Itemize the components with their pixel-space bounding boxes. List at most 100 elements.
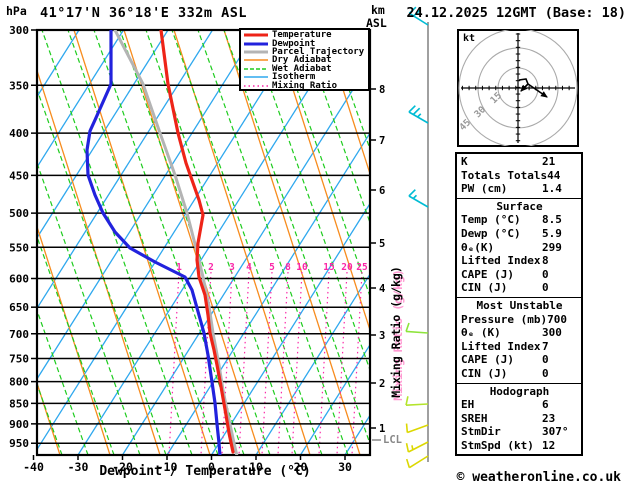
mixing-ratio-axis-label: Mixing Ratio (g/kg) xyxy=(389,266,403,398)
mixing-ratio-label: 8 xyxy=(285,262,291,273)
table-section: Hodograph EH 6 SREH 23 StmDir 307° StmSpd (kt) 1… xyxy=(457,382,581,455)
pressure-label: 950 xyxy=(9,437,29,450)
km-axis-unit: km xyxy=(371,3,385,17)
table-row-value: 1.4 xyxy=(542,182,562,196)
table-row-value: 44 xyxy=(547,168,561,182)
table-row-value: 0 xyxy=(542,353,549,367)
table-row: Pressure (mb) 700 xyxy=(461,313,578,327)
pressure-label: 550 xyxy=(9,241,29,254)
dewpoint-curve xyxy=(85,30,222,455)
table-row: θₑ(K) 299 xyxy=(461,241,578,255)
pressure-label: 450 xyxy=(9,169,29,182)
temperature-axis-label: Dewpoint / Temperature (°C) xyxy=(99,464,311,479)
legend-line-sample xyxy=(244,33,268,37)
table-row-value: 0 xyxy=(542,366,549,380)
table-row: Lifted Index 8 xyxy=(461,254,578,268)
table-row-value: 5.9 xyxy=(542,226,562,240)
pressure-axis-unit: hPa xyxy=(6,4,27,18)
pressure-label: 600 xyxy=(9,272,29,285)
table-row: PW (cm) 1.4 xyxy=(461,182,578,196)
table-row-label: CIN (J) xyxy=(461,366,508,380)
km-tick-label: 2 xyxy=(379,378,385,390)
mixing-ratio-label: 2 xyxy=(208,262,214,273)
table-row-value: 8.5 xyxy=(542,213,562,227)
table-row-value: 6 xyxy=(542,398,549,412)
table-row: StmSpd (kt) 12 xyxy=(461,439,578,453)
temp-tick-label: -40 xyxy=(23,460,44,474)
parcel-trajectory-curve xyxy=(113,30,239,455)
table-row: θₑ (K) 300 xyxy=(461,326,578,340)
table-row-label: CIN (J) xyxy=(461,281,508,295)
isotherm-line xyxy=(121,61,370,455)
table-row-value: 8 xyxy=(542,254,549,268)
table-row-label: SREH xyxy=(461,411,488,425)
mixing-ratio-label: 25 xyxy=(356,262,368,273)
table-section: Surface Temp (°C) 8.5 Dewp (°C) 5.9 θₑ(K) 299 L… xyxy=(457,197,581,297)
pressure-label: 300 xyxy=(9,24,29,37)
valid-datetime: 24.12.2025 12GMT (Base: 18) xyxy=(406,5,626,21)
table-row: SREH 23 xyxy=(461,412,578,426)
table-row-value: 700 xyxy=(547,312,567,326)
table-row: StmDir 307° xyxy=(461,425,578,439)
legend-item-label: Isotherm xyxy=(272,72,316,83)
pressure-label: 350 xyxy=(9,79,29,92)
table-row-value: 21 xyxy=(542,155,556,168)
table-row-value: 12 xyxy=(542,438,556,452)
table-row: CIN (J) 0 xyxy=(461,367,578,381)
legend-item-label: Mixing Ratio xyxy=(272,80,338,91)
km-tick-label: 4 xyxy=(379,283,385,295)
pressure-label: 750 xyxy=(9,352,29,365)
table-row: K 21 xyxy=(461,155,578,169)
watermark: © weatheronline.co.uk xyxy=(456,470,621,485)
mixing-ratio-label: 15 xyxy=(323,262,335,273)
table-row-label: K xyxy=(461,155,468,168)
legend-item-label: Temperature xyxy=(272,30,332,41)
table-section-title: Hodograph xyxy=(489,384,550,398)
lcl-label: LCL xyxy=(383,434,402,446)
km-tick-label: 5 xyxy=(379,238,385,250)
table-row-label: Lifted Index xyxy=(461,339,541,353)
legend-line-sample xyxy=(244,84,268,87)
wind-barb xyxy=(405,423,429,434)
table-row-label: Dewp (°C) xyxy=(461,226,521,240)
mixing-ratio-line xyxy=(168,271,180,455)
pressure-label: 800 xyxy=(9,376,29,389)
table-row-value: 300 xyxy=(542,326,562,340)
table-row-value: 23 xyxy=(542,411,556,425)
wind-barb xyxy=(405,441,429,453)
wind-barb xyxy=(408,105,429,124)
mixing-ratio-line xyxy=(238,271,250,455)
legend: Temperature Dewpoint Parcel Trajectory Dry … xyxy=(239,28,370,91)
isotherm-line xyxy=(37,30,303,451)
table-row-value: 0 xyxy=(542,267,549,281)
table-row-label: θₑ(K) xyxy=(461,240,495,254)
mixing-ratio-label: 20 xyxy=(341,262,353,273)
plot-border xyxy=(35,28,372,457)
table-row: Totals Totals 44 xyxy=(461,169,578,183)
temperature-curve xyxy=(159,30,235,454)
table-row: Lifted Index 7 xyxy=(461,340,578,354)
dry-adiabat-line xyxy=(73,30,211,455)
km-tick-label: 3 xyxy=(379,330,385,342)
mixing-ratio-label: 4 xyxy=(246,262,252,273)
pressure-label: 850 xyxy=(9,397,29,410)
mixing-ratio-line xyxy=(277,271,289,455)
table-row: Temp (°C) 8.5 xyxy=(461,213,578,227)
table-row-label: StmSpd (kt) xyxy=(461,438,534,452)
table-row: EH 6 xyxy=(461,398,578,412)
table-row: CIN (J) 0 xyxy=(461,281,578,295)
km-tick-label: 7 xyxy=(379,135,385,147)
mixing-ratio-label: 10 xyxy=(296,262,308,273)
table-row-value: 0 xyxy=(542,281,549,295)
table-row-label: CAPE (J) xyxy=(461,267,514,281)
table-row-label: StmDir xyxy=(461,425,501,439)
pressure-label: 500 xyxy=(9,207,29,220)
legend-line-sample xyxy=(244,76,268,78)
table-row-label: Temp (°C) xyxy=(461,213,521,227)
legend-line-sample xyxy=(244,50,268,54)
wind-barb xyxy=(405,322,429,334)
table-section-title: Most Unstable xyxy=(476,298,563,312)
isotherm-line xyxy=(210,202,370,455)
table-row: Dewp (°C) 5.9 xyxy=(461,227,578,241)
mixing-ratio-line xyxy=(318,271,330,455)
